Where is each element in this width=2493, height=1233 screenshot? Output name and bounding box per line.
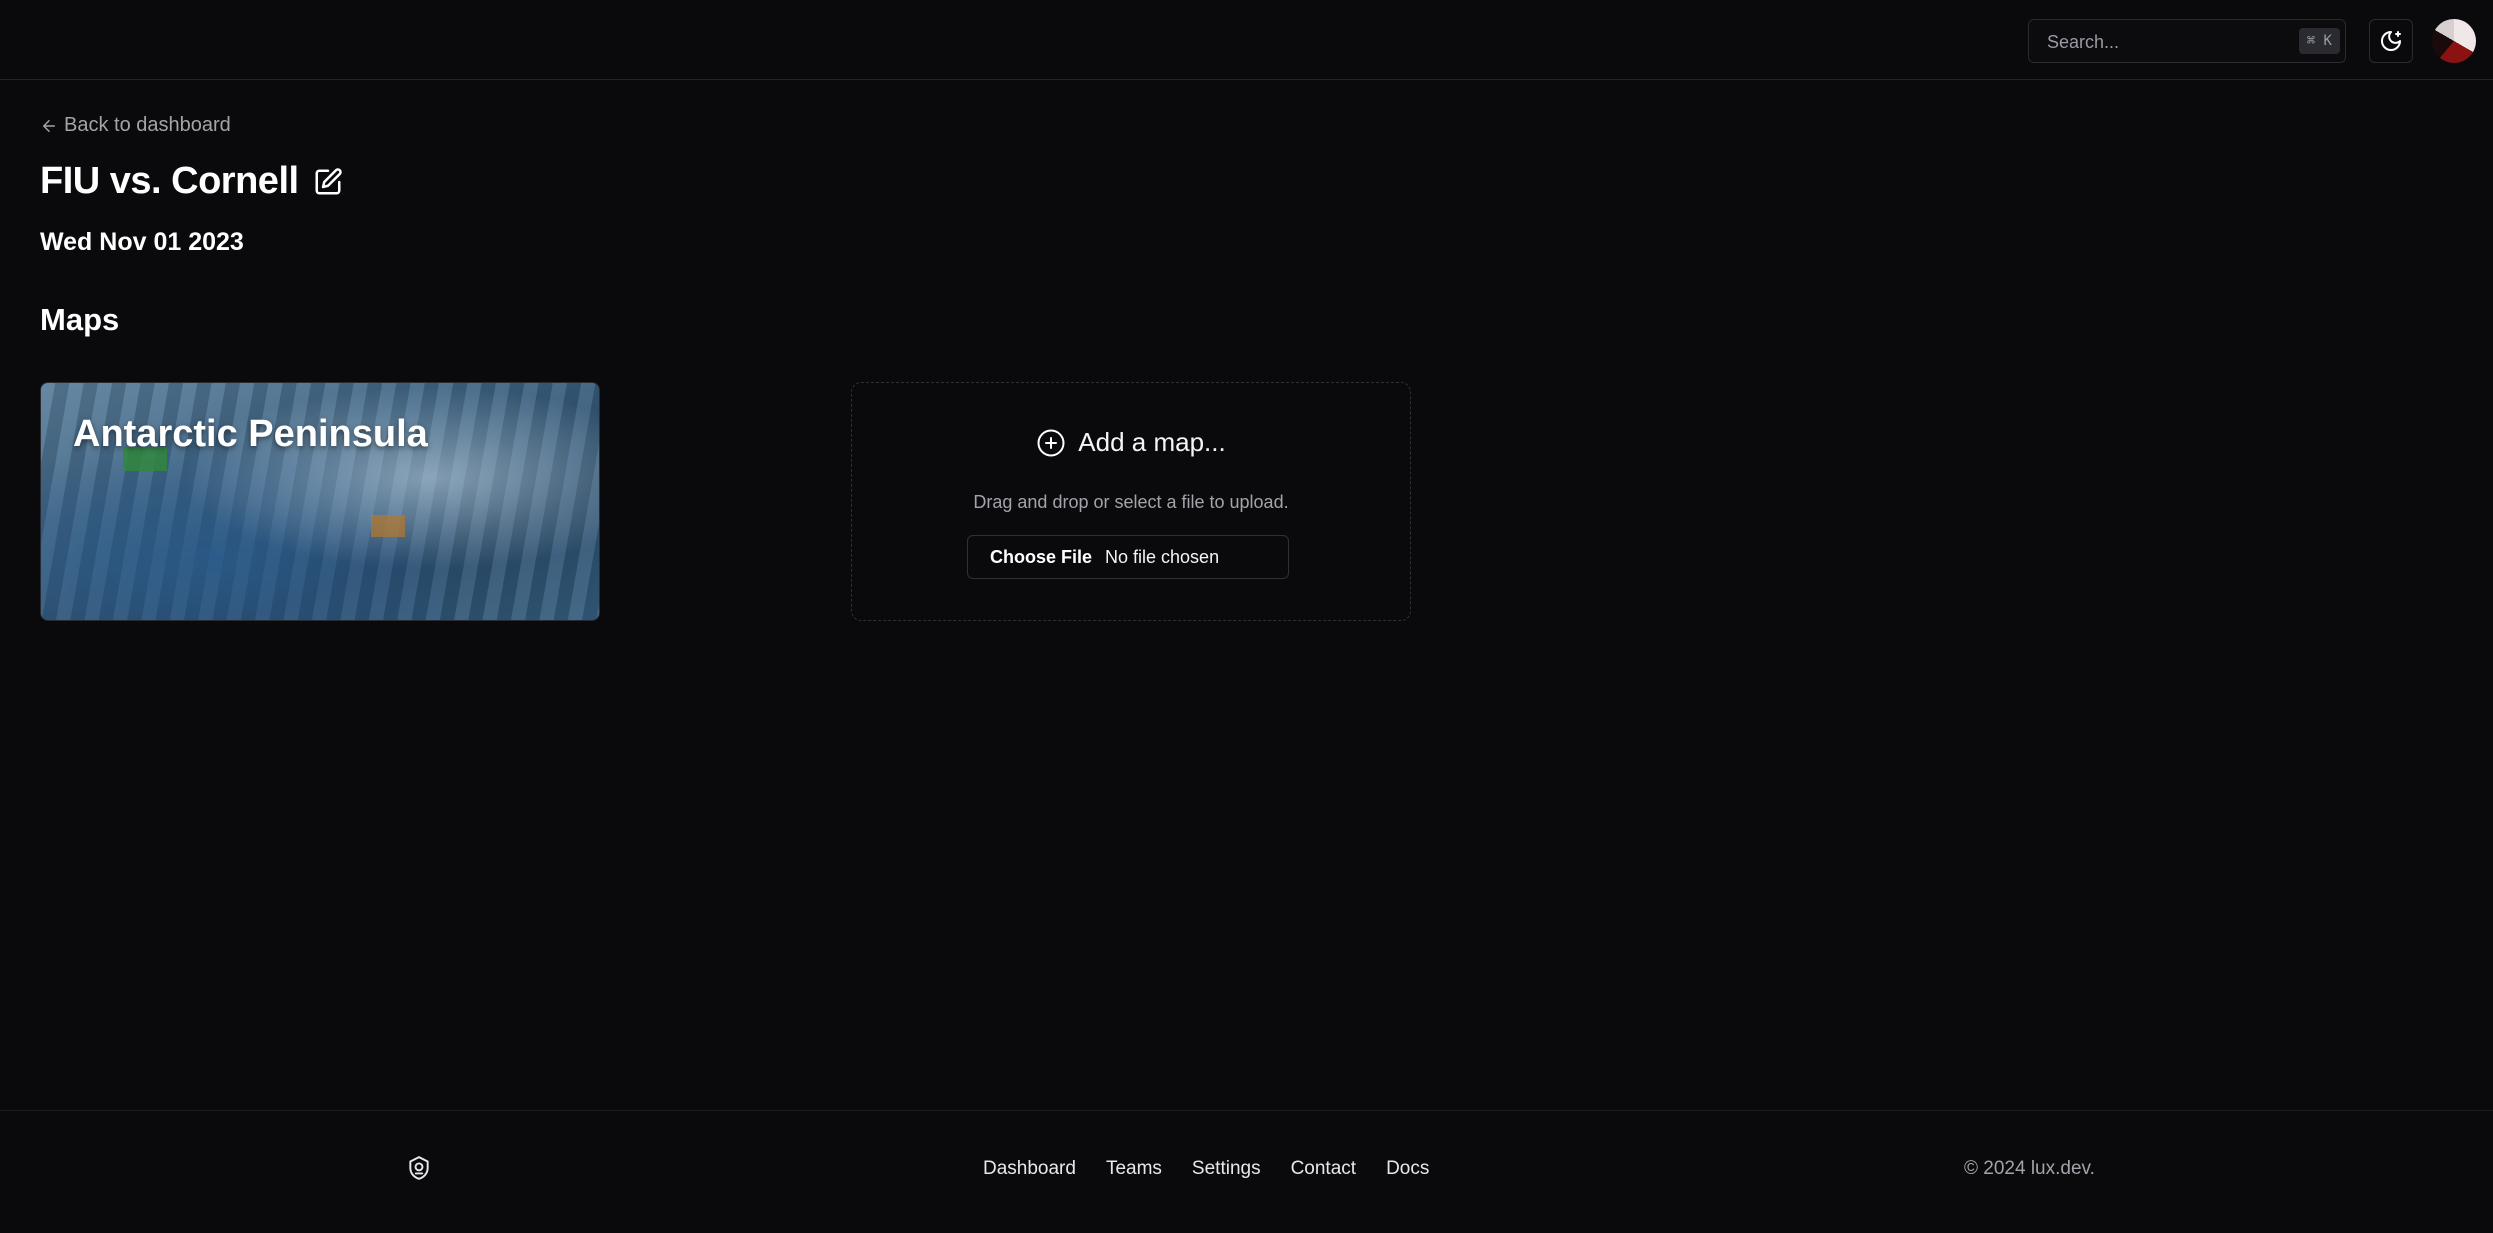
footer-link-settings[interactable]: Settings — [1192, 1158, 1261, 1180]
footer-link-teams[interactable]: Teams — [1106, 1158, 1162, 1180]
add-map-dropzone[interactable]: Add a map... Drag and drop or select a f… — [851, 382, 1411, 621]
page-title: FIU vs. Cornell — [40, 160, 299, 202]
back-to-dashboard-link[interactable]: Back to dashboard — [40, 114, 231, 137]
logo-icon[interactable] — [406, 1155, 432, 1181]
arrow-left-icon — [43, 119, 55, 132]
match-date: Wed Nov 01 2023 — [40, 228, 244, 256]
search-placeholder: Search... — [2047, 32, 2120, 52]
map-thumbnail-detail — [371, 515, 405, 537]
top-bar: Search... ⌘ K — [0, 0, 2493, 80]
map-card-antarctic-peninsula[interactable]: Antarctic Peninsula — [40, 382, 600, 621]
upload-hint: Drag and drop or select a file to upload… — [973, 492, 1289, 512]
search-shortcut-badge: ⌘ K — [2298, 28, 2340, 54]
footer-link-docs[interactable]: Docs — [1386, 1158, 1429, 1180]
file-status: No file chosen — [1105, 546, 1220, 567]
back-link-label: Back to dashboard — [64, 114, 231, 136]
footer-link-dashboard[interactable]: Dashboard — [983, 1158, 1076, 1180]
file-input[interactable]: Choose File No file chosen — [967, 535, 1289, 579]
moon-icon — [2381, 31, 2401, 51]
footer-link-contact[interactable]: Contact — [1291, 1158, 1356, 1180]
maps-heading: Maps — [40, 302, 120, 337]
copyright: © 2024 lux.dev. — [1964, 1158, 2095, 1179]
theme-toggle-button[interactable] — [2369, 19, 2413, 63]
add-map-label: Add a map... — [1078, 427, 1226, 457]
add-map-title: Add a map... — [852, 427, 1410, 458]
footer-nav: Dashboard Teams Settings Contact Docs — [983, 1158, 1429, 1180]
edit-icon[interactable] — [313, 167, 343, 197]
footer: Dashboard Teams Settings Contact Docs © … — [0, 1110, 2493, 1233]
plus-circle-icon — [1037, 429, 1065, 456]
search-input[interactable]: Search... ⌘ K — [2028, 19, 2346, 63]
choose-file-button[interactable]: Choose File — [990, 547, 1092, 568]
avatar[interactable] — [2432, 19, 2476, 63]
map-name: Antarctic Peninsula — [73, 413, 428, 455]
title-row: FIU vs. Cornell — [40, 160, 343, 203]
